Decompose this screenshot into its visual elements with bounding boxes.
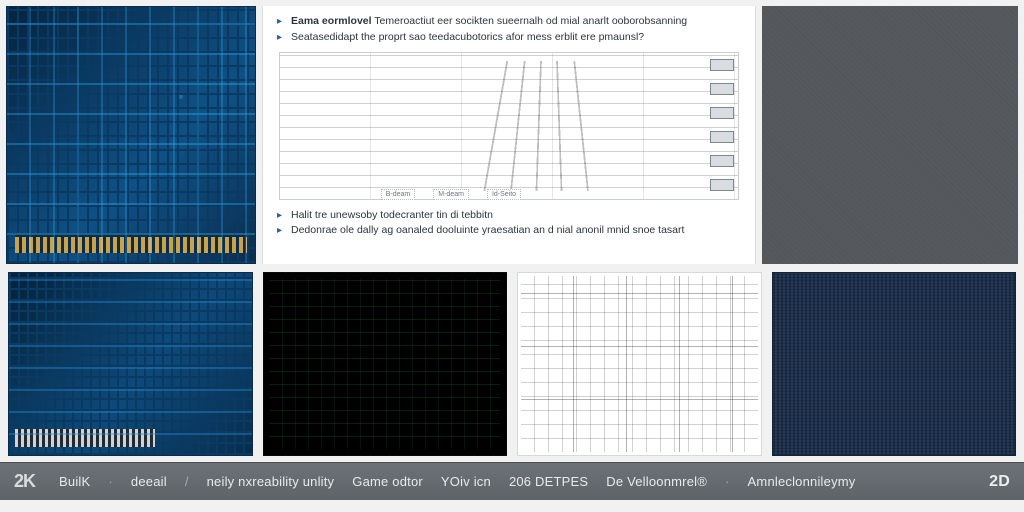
device-block	[710, 179, 734, 191]
diagram-bullets-bottom: Halit tre unewsoby todecranter tin di te…	[277, 208, 741, 240]
mode-badge-2d[interactable]: 2D	[989, 473, 1010, 491]
separator: /	[185, 474, 189, 489]
schematic-mini-labels: B-deam M-deam Id-Seito	[381, 189, 521, 200]
thumb-navy-weave[interactable]	[772, 272, 1017, 456]
thumb-blueprint-grid[interactable]	[517, 272, 762, 456]
device-block	[710, 155, 734, 167]
thumb-pcb-connector	[15, 429, 155, 447]
bullet-item: Seatasedidapt the proprt sao teedacuboto…	[277, 30, 741, 46]
bullet-text: Seatasedidapt the proprt sao teedacuboto…	[291, 31, 644, 43]
bullet-item: Dedonrae ole dally ag oanaled dooluinte …	[277, 223, 741, 239]
panel-grey-swatch	[762, 6, 1018, 264]
signal-fanout	[362, 61, 700, 191]
footer-item[interactable]: deeail	[131, 474, 167, 489]
footer-item[interactable]: YOiv icn	[441, 474, 491, 489]
separator: ·	[725, 474, 730, 489]
thumb-dark-grid[interactable]	[263, 272, 508, 456]
bullet-text: Dedonrae ole dally ag oanaled dooluinte …	[291, 224, 684, 236]
footer-item[interactable]: De Velloonmrel®	[606, 474, 707, 489]
bullet-item: Halit tre unewsoby todecranter tin di te…	[277, 208, 741, 224]
panel-schematic-diagram: Eama eormlovel Temeroactiut eer socikten…	[262, 6, 756, 264]
mini-label: M-deam	[433, 189, 469, 200]
thumbnail-row	[0, 264, 1024, 462]
footer-item[interactable]: 206 DETPES	[509, 474, 588, 489]
bullet-text: Temeroactiut eer socikten sueernalh od m…	[374, 15, 687, 27]
top-row: Eama eormlovel Temeroactiut eer socikten…	[0, 0, 1024, 264]
wiring-schematic: B-deam M-deam Id-Seito	[279, 52, 739, 200]
device-block	[710, 83, 734, 95]
bullet-item: Eama eormlovel Temeroactiut eer socikten…	[277, 14, 741, 30]
footer-item[interactable]: neily nxreability unlity	[207, 474, 335, 489]
footer-item[interactable]: Game odtor	[352, 474, 423, 489]
brand-badge: 2K	[14, 471, 35, 492]
diagram-bullets-top: Eama eormlovel Temeroactiut eer socikten…	[277, 14, 741, 46]
bullet-lead: Eama eormlovel	[291, 15, 372, 27]
bullet-text: Halit tre unewsoby todecranter tin di te…	[291, 209, 493, 221]
mini-label: B-deam	[381, 189, 416, 200]
device-block	[710, 107, 734, 119]
thumb-pcb[interactable]	[8, 272, 253, 456]
mini-label: Id-Seito	[487, 189, 521, 200]
footer-item[interactable]: Amnleclonnileymy	[748, 474, 856, 489]
device-block	[710, 131, 734, 143]
panel-pcb-large	[6, 6, 256, 264]
pcb-edge-connector	[15, 235, 247, 253]
device-block	[710, 59, 734, 71]
footer-item[interactable]: BuilK	[59, 474, 90, 489]
separator: ·	[108, 474, 113, 489]
footer-bar: 2K BuilK · deeail / neily nxreability un…	[0, 462, 1024, 500]
